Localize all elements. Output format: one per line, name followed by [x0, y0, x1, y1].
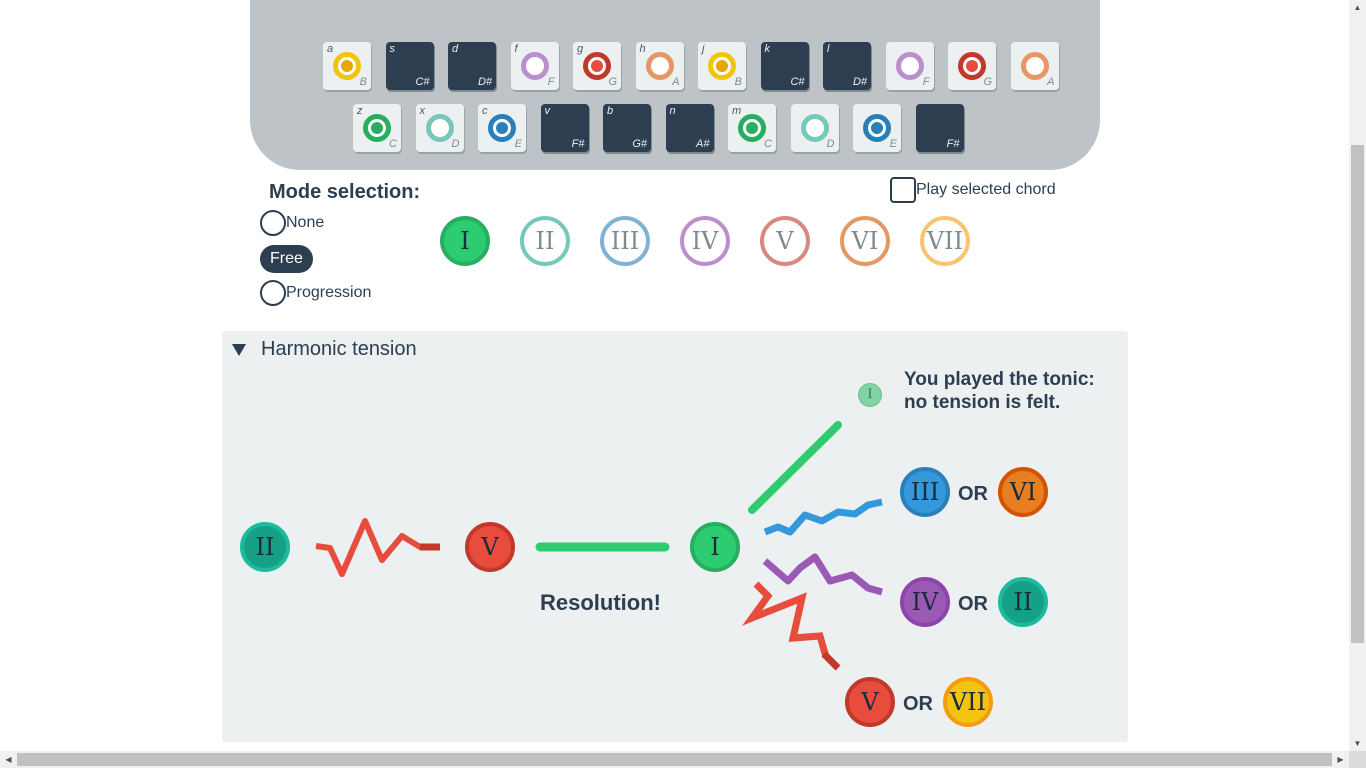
to-v-vii-end: [821, 651, 841, 671]
horizontal-scroll-thumb[interactable]: [17, 753, 1332, 766]
option-chord-vi: VI: [998, 467, 1048, 517]
tension-message: You played the tonic: no tension is felt…: [904, 368, 1119, 414]
scroll-left-icon[interactable]: ◀: [0, 751, 17, 768]
option-chord-iv: IV: [900, 577, 950, 627]
vertical-scroll-thumb[interactable]: [1351, 145, 1364, 643]
chord-v: V: [465, 522, 515, 572]
tension-lines: [315, 421, 883, 671]
chord-ii: II: [240, 522, 290, 572]
tonic-marker: I: [858, 383, 882, 407]
scrollbar-corner: [1349, 751, 1366, 768]
option-chord-ii: II: [998, 577, 1048, 627]
to-iv-ii-line: [762, 553, 883, 596]
to-v-vii-line: [742, 581, 830, 658]
scroll-up-icon[interactable]: ▲: [1349, 0, 1366, 15]
or-label: OR: [958, 593, 988, 615]
or-label: OR: [958, 483, 988, 505]
scroll-down-icon[interactable]: ▼: [1349, 736, 1366, 751]
option-chord-iii: III: [900, 467, 950, 517]
chord-i: I: [690, 522, 740, 572]
tension-message-line2: no tension is felt.: [904, 392, 1061, 413]
horizontal-scrollbar[interactable]: ◀ ▶: [0, 751, 1349, 768]
scroll-right-icon[interactable]: ▶: [1332, 751, 1349, 768]
option-chord-v: V: [845, 677, 895, 727]
resolution-label: Resolution!: [540, 590, 661, 615]
to-tonic-line: [748, 421, 842, 514]
vertical-scrollbar[interactable]: ▲ ▼: [1349, 0, 1366, 751]
page: A#CDEF#G#A#CDEF#G#aBsC#dD#fFgGhAjBkC#lD#…: [0, 0, 1349, 751]
option-chord-vii: VII: [943, 677, 993, 727]
or-label: OR: [903, 693, 933, 715]
tension-jagged-line: [315, 518, 438, 577]
tension-message-line1: You played the tonic:: [904, 369, 1095, 390]
to-iii-vi-line: [763, 498, 883, 536]
